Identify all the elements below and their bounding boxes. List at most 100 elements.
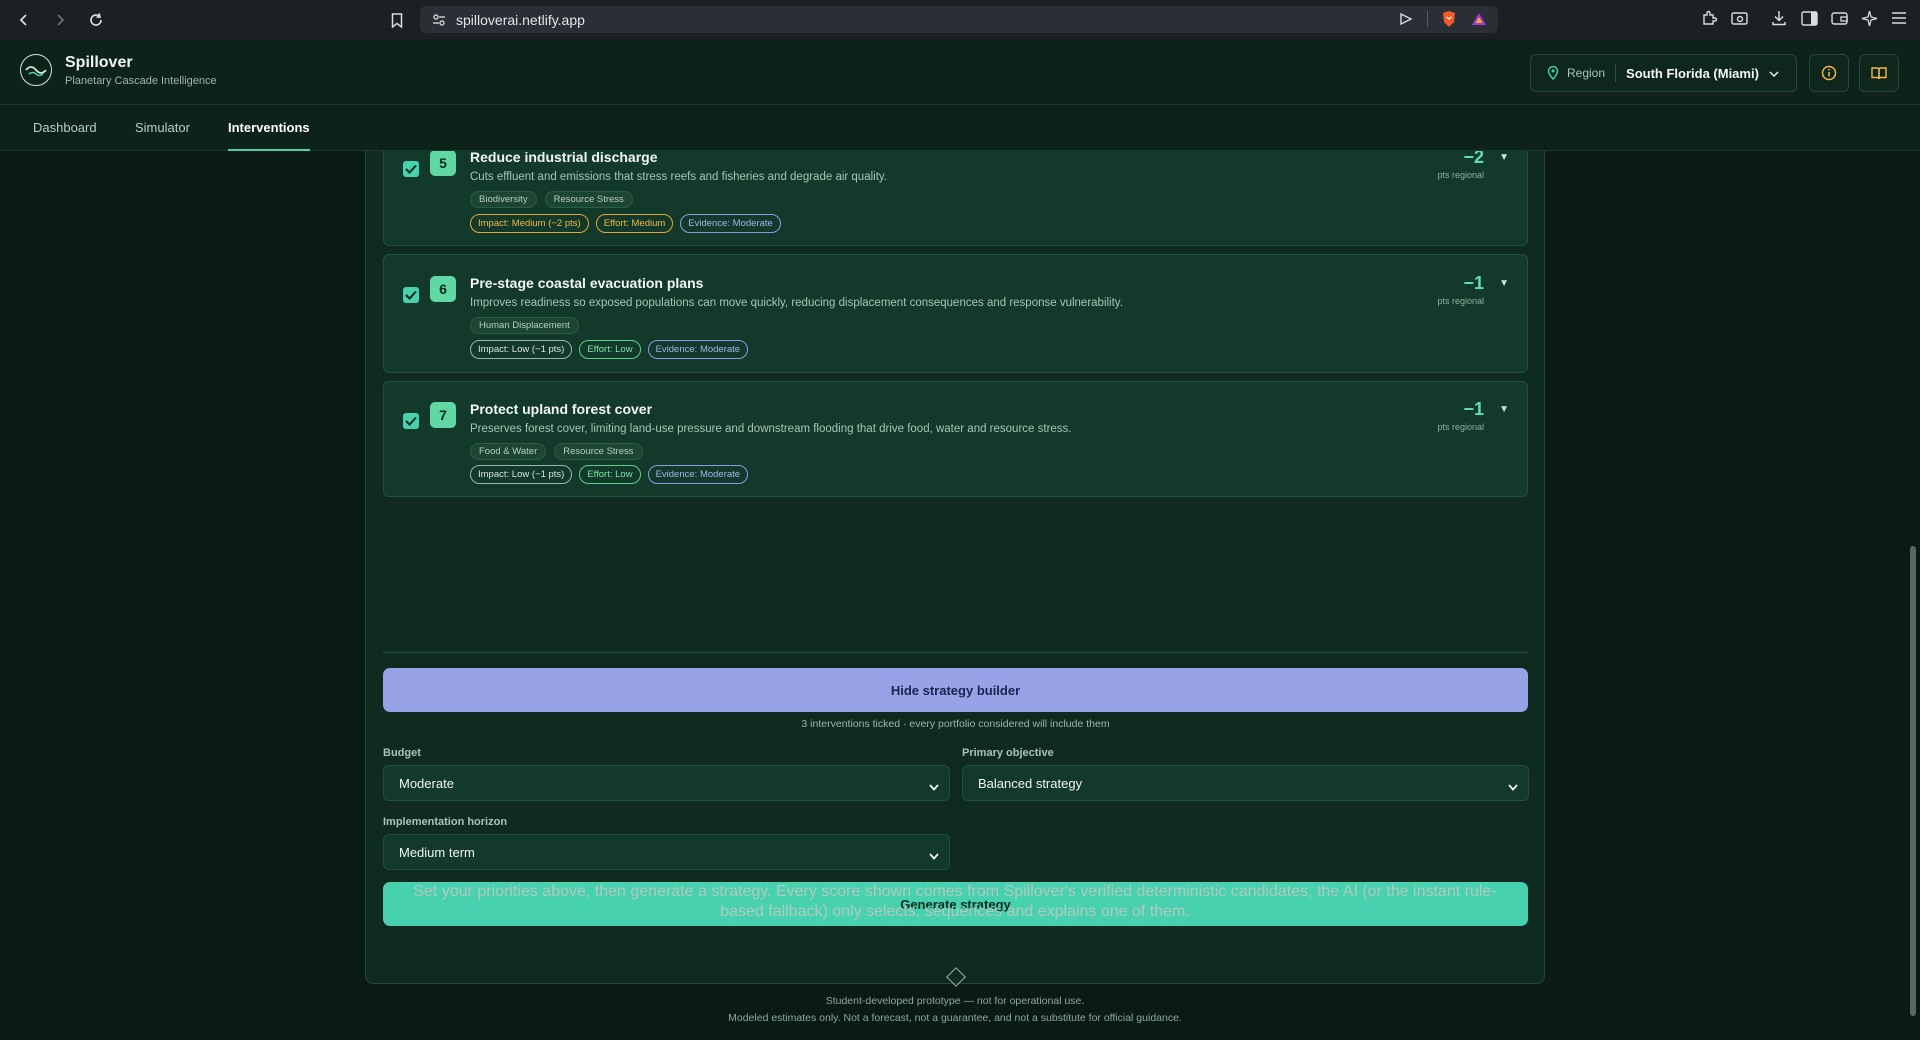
intervention-description: Improves readiness so exposed population… (470, 297, 1123, 309)
region-selector[interactable]: Region South Florida (Miami) (1530, 54, 1797, 92)
guide-button[interactable] (1859, 54, 1899, 92)
tab-simulator[interactable]: Simulator (135, 105, 190, 151)
impact-badge: Impact: Low (−1 pts) (470, 340, 573, 359)
intervention-badges: Impact: Low (−1 pts) Effort: Low Evidenc… (470, 340, 749, 359)
intervention-checkbox[interactable] (403, 161, 419, 177)
spillover-logo-icon[interactable] (20, 54, 52, 86)
browser-toolbar: spilloverai.netlify.app (0, 0, 1920, 39)
tab-interventions[interactable]: Interventions (228, 105, 310, 151)
chevron-down-icon (929, 779, 939, 794)
evidence-badge: Evidence: Moderate (647, 340, 749, 359)
tab-dashboard[interactable]: Dashboard (33, 105, 97, 151)
scrollbar-thumb[interactable] (1910, 546, 1916, 1016)
app-tagline: Planetary Cascade Intelligence (65, 75, 217, 87)
budget-label: Budget (383, 747, 421, 759)
intervention-title: Pre-stage coastal evacuation plans (470, 275, 704, 291)
region-label: Region (1567, 66, 1606, 80)
expand-caret-icon[interactable]: ▼ (1499, 404, 1509, 415)
intervention-tags: Food & Water Resource Stress (470, 443, 643, 460)
intervention-checkbox[interactable] (403, 287, 419, 303)
footer: Student-developed prototype — not for op… (365, 993, 1545, 1027)
intervention-title: Protect upland forest cover (470, 401, 653, 417)
budget-value: Moderate (399, 775, 454, 791)
score-unit: pts regional (1437, 422, 1484, 432)
objective-label: Primary objective (962, 747, 1054, 759)
download-icon[interactable] (1770, 9, 1788, 27)
budget-select[interactable]: Moderate (383, 765, 950, 801)
impact-badge: Impact: Low (−1 pts) (470, 465, 573, 484)
info-icon (1821, 65, 1837, 81)
intervention-card[interactable]: 5 Reduce industrial discharge Cuts efflu… (383, 151, 1528, 246)
brave-shield-icon[interactable] (1440, 10, 1458, 28)
effort-badge: Effort: Low (579, 340, 641, 359)
intervention-badges: Impact: Medium (−2 pts) Effort: Medium E… (470, 214, 781, 233)
intervention-badges: Impact: Low (−1 pts) Effort: Low Evidenc… (470, 465, 749, 484)
effort-badge: Effort: Medium (595, 214, 674, 233)
intervention-score: −1 (1463, 399, 1484, 419)
expand-caret-icon[interactable]: ▼ (1499, 278, 1509, 289)
chevron-down-icon (929, 848, 939, 863)
footer-disclaimer: Student-developed prototype — not for op… (825, 995, 1085, 1007)
info-button[interactable] (1809, 54, 1849, 92)
site-settings-icon[interactable] (432, 13, 446, 27)
diamond-icon (946, 967, 966, 987)
check-icon (405, 416, 417, 426)
interventions-panel: 5 Reduce industrial discharge Cuts efflu… (365, 151, 1545, 987)
main-tabs: Dashboard Simulator Interventions (0, 105, 1920, 151)
extensions-icon[interactable] (1700, 9, 1718, 27)
tag: Resource Stress (544, 191, 633, 208)
intervention-card[interactable]: 7 Protect upland forest cover Preserves … (383, 381, 1528, 497)
intervention-description: Cuts effluent and emissions that stress … (470, 171, 887, 183)
url-text: spilloverai.netlify.app (456, 11, 585, 28)
app-name: Spillover (65, 54, 133, 71)
address-bar[interactable]: spilloverai.netlify.app (420, 6, 1498, 33)
intervention-description: Preserves forest cover, limiting land-us… (470, 423, 1072, 435)
book-icon (1871, 67, 1887, 80)
region-divider (1615, 64, 1617, 82)
reload-icon[interactable] (86, 10, 106, 30)
back-icon[interactable] (14, 10, 34, 30)
horizon-select[interactable]: Medium term (383, 834, 950, 870)
brave-rewards-icon[interactable] (1470, 10, 1488, 28)
leo-ai-icon[interactable] (1860, 9, 1878, 27)
forward-icon[interactable] (50, 10, 70, 30)
objective-select[interactable]: Balanced strategy (962, 765, 1529, 801)
menu-icon[interactable] (1890, 9, 1908, 27)
objective-value: Balanced strategy (978, 775, 1083, 791)
section-divider (383, 652, 1528, 653)
chevron-down-icon (1508, 779, 1518, 794)
score-unit: pts regional (1437, 170, 1484, 180)
horizon-label: Implementation horizon (383, 816, 508, 828)
sidebar-toggle-icon[interactable] (1800, 9, 1818, 27)
empty-state-text: Set your priorities above, then generate… (413, 883, 1497, 920)
intervention-checkbox[interactable] (403, 413, 419, 429)
wallet-icon[interactable] (1830, 9, 1848, 27)
scrollbar[interactable] (1906, 151, 1920, 1040)
region-value: South Florida (Miami) (1626, 65, 1759, 81)
footer-guidance: Modeled estimates only. Not a forecast, … (728, 1012, 1182, 1024)
app-header: Spillover Planetary Cascade Intelligence… (0, 39, 1920, 105)
screenshot-icon[interactable] (1730, 9, 1748, 27)
intervention-tags: Biodiversity Resource Stress (470, 191, 633, 208)
intervention-number: 7 (430, 402, 456, 428)
bookmark-icon[interactable] (388, 10, 406, 30)
score-unit: pts regional (1437, 296, 1484, 306)
hide-strategy-builder-button[interactable]: Hide strategy builder (383, 668, 1528, 712)
main-content: 5 Reduce industrial discharge Cuts efflu… (0, 151, 1906, 1040)
intervention-score: −1 (1463, 273, 1484, 293)
intervention-tags: Human Displacement (470, 317, 579, 334)
check-icon (405, 290, 417, 300)
expand-caret-icon[interactable]: ▼ (1499, 152, 1509, 163)
check-icon (405, 164, 417, 174)
intervention-title: Reduce industrial discharge (470, 151, 658, 165)
intervention-card[interactable]: 6 Pre-stage coastal evacuation plans Imp… (383, 254, 1528, 373)
tag: Resource Stress (554, 443, 643, 460)
send-icon[interactable] (1397, 10, 1415, 28)
impact-badge: Impact: Medium (−2 pts) (470, 214, 589, 233)
evidence-badge: Evidence: Moderate (647, 465, 749, 484)
intervention-number: 5 (430, 151, 456, 176)
intervention-score: −2 (1463, 151, 1484, 167)
evidence-badge: Evidence: Moderate (680, 214, 781, 233)
intervention-number: 6 (430, 276, 456, 302)
tag: Biodiversity (470, 191, 537, 208)
